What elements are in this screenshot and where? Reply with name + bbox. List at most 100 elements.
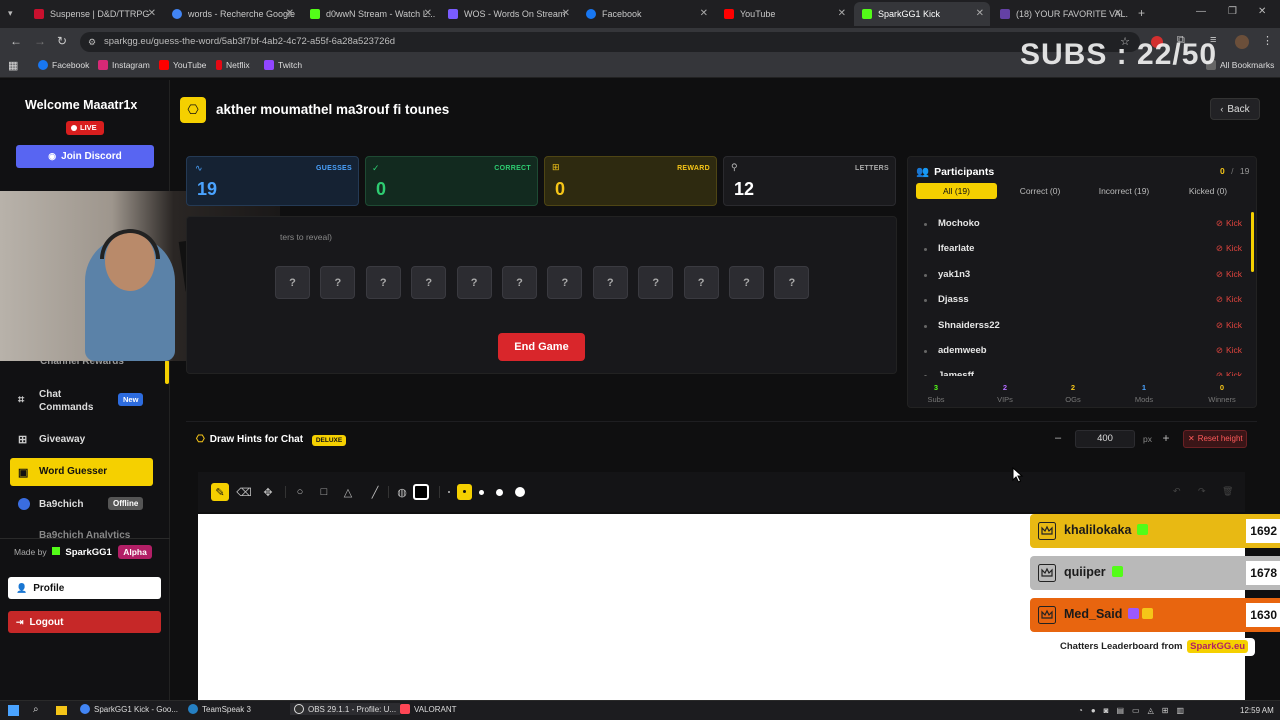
profile-avatar-icon[interactable] [1235, 35, 1249, 49]
rectangle-tool-icon[interactable]: □ [316, 484, 332, 500]
trash-icon[interactable]: 🗑 [1222, 486, 1233, 497]
brush-size-xs[interactable] [448, 491, 450, 493]
maximize-icon[interactable]: ❐ [1228, 6, 1237, 17]
taskbar-valorant[interactable]: VALORANT [400, 704, 457, 714]
color-swatch[interactable] [413, 484, 429, 500]
clock: 12:59 AM [1240, 706, 1274, 715]
tab-sparkgg-active[interactable]: SparkGG1 Kick ✕ [854, 2, 990, 26]
back-button[interactable]: ‹ Back [1210, 98, 1260, 120]
kick-label: Kick [1225, 370, 1242, 376]
brush-size-m[interactable] [479, 490, 484, 495]
move-tool-icon[interactable]: ✥ [260, 484, 276, 500]
forward-arrow-icon[interactable]: → [34, 34, 46, 48]
welcome-label: Welcome [25, 98, 80, 112]
taskbar-chrome[interactable]: SparkGG1 Kick - Goo... [80, 704, 178, 714]
height-decrease-button[interactable]: – [1050, 432, 1066, 446]
close-icon[interactable]: ✕ [286, 8, 294, 19]
bookmark-instagram[interactable]: Instagram [98, 60, 150, 70]
kick-button[interactable]: ⊘ Kick [1216, 345, 1242, 356]
back-arrow-icon[interactable]: ← [10, 34, 22, 48]
tab-google[interactable]: words - Recherche Google ✕ [164, 2, 300, 26]
bookmark-netflix[interactable]: Netflix [216, 60, 250, 70]
wos-icon [448, 9, 458, 19]
file-explorer-icon[interactable] [56, 706, 67, 715]
height-input[interactable]: 400 [1075, 430, 1135, 448]
activity-icon: ∿ [195, 163, 203, 173]
sidebar-item-chat-commands[interactable]: ⌗ Chat Commands New [10, 386, 153, 414]
site-info-icon[interactable]: ⚙ [88, 32, 96, 52]
close-icon[interactable]: ✕ [562, 8, 570, 19]
tab-youtube[interactable]: YouTube ✕ [716, 2, 852, 26]
tab-twitch[interactable]: (18) YOUR FAVORITE VAL... ✕ [992, 2, 1128, 26]
participant-name: Shnaiderss22 [938, 319, 1000, 331]
brush-size-s-selected[interactable] [457, 484, 472, 500]
participants-scrollbar[interactable] [1251, 212, 1254, 272]
participant-dot [924, 350, 927, 353]
eraser-tool-icon[interactable]: ⌫ [236, 484, 252, 500]
circle-tool-icon[interactable]: ○ [292, 484, 308, 500]
minimize-icon[interactable]: — [1196, 6, 1206, 17]
tab-facebook[interactable]: Facebook ✕ [578, 2, 714, 26]
tab-search-icon[interactable]: ▾ [8, 8, 13, 19]
line-tool-icon[interactable]: ╱ [367, 484, 383, 500]
filter-tab-all[interactable]: All (19) [916, 183, 997, 199]
close-icon[interactable]: ✕ [700, 8, 708, 19]
height-increase-button[interactable]: + [1158, 431, 1174, 445]
pencil-tool-icon[interactable]: ✎ [211, 483, 229, 501]
undo-icon[interactable]: ↶ [1173, 486, 1181, 497]
kick-button[interactable]: ⊘ Kick [1216, 218, 1242, 229]
kick-button[interactable]: ⊘ Kick [1216, 320, 1242, 331]
bookmark-youtube[interactable]: YouTube [159, 60, 206, 70]
tab-label: Suspense | D&D/TTRPG [50, 9, 150, 19]
tab-kick-dowwn[interactable]: d0wwN Stream - Watch L... ✕ [302, 2, 438, 26]
sidebar-item-giveaway[interactable]: ⊞ Giveaway [10, 425, 153, 453]
kick-button[interactable]: ⊘ Kick [1216, 243, 1242, 254]
kick-button[interactable]: ⊘ Kick [1216, 269, 1242, 280]
logout-button[interactable]: ⇥ Logout [8, 611, 161, 633]
url-field[interactable]: ⚙ sparkgg.eu/guess-the-word/5ab3f7bf-4ab… [80, 32, 1140, 52]
tab-wos[interactable]: WOS - Words On Stream ✕ [440, 2, 576, 26]
window-close-icon[interactable]: ✕ [1258, 6, 1266, 17]
search-icon[interactable]: ⌕ [33, 704, 39, 715]
close-icon[interactable]: ✕ [838, 8, 846, 19]
kick-button[interactable]: ⊘ Kick [1216, 370, 1242, 376]
tab-suspense[interactable]: Suspense | D&D/TTRPG ✕ [26, 2, 162, 26]
ba9chich-icon [18, 498, 30, 510]
sidebar-scrollbar[interactable] [165, 360, 169, 384]
close-icon[interactable]: ✕ [1114, 8, 1122, 19]
taskbar-teamspeak[interactable]: TeamSpeak 3 [188, 704, 251, 714]
close-icon[interactable]: ✕ [976, 8, 984, 19]
profile-button[interactable]: 👤 Profile [8, 577, 161, 599]
leaderboard-name: quiiper [1064, 565, 1123, 579]
apps-grid-icon[interactable]: ▦ [8, 59, 18, 72]
end-game-button[interactable]: End Game [498, 333, 585, 361]
tray-icons[interactable]: ◔●◙▤▭◬⊞▥ [1078, 706, 1192, 715]
badge-icon [1137, 524, 1149, 535]
brush-size-xl[interactable] [515, 487, 525, 497]
new-tab-plus-icon[interactable]: + [1138, 6, 1145, 20]
filter-tab-correct[interactable]: Correct (0) [1003, 183, 1077, 199]
kick-button[interactable]: ⊘ Kick [1216, 294, 1242, 305]
reset-height-button[interactable]: ✕ Reset height [1183, 430, 1247, 448]
browser-menu-icon[interactable]: ⋮ [1262, 34, 1273, 47]
close-icon[interactable]: ✕ [148, 8, 156, 19]
kick-label: Kick [1225, 218, 1242, 228]
filter-tab-incorrect[interactable]: Incorrect (19) [1084, 183, 1164, 199]
taskbar-obs[interactable]: OBS 29.1.1 - Profile: U... [290, 703, 401, 715]
reload-icon[interactable]: ↻ [57, 34, 67, 48]
twitch-icon [1000, 9, 1010, 19]
close-icon[interactable]: ✕ [424, 8, 432, 19]
bookmark-twitch[interactable]: Twitch [264, 60, 302, 70]
sidebar-item-word-guesser[interactable]: ▣ Word Guesser [10, 458, 153, 486]
palette-icon[interactable]: ◍ [394, 484, 410, 500]
brush-size-l[interactable] [496, 489, 503, 496]
triangle-tool-icon[interactable]: △ [340, 484, 356, 500]
sidebar-item-ba9chich[interactable]: Ba9chich Offline [10, 490, 153, 518]
join-discord-button[interactable]: ◉ Join Discord [16, 145, 154, 168]
redo-icon[interactable]: ↷ [1198, 486, 1206, 497]
kick-label: Kick [1225, 243, 1242, 254]
participant-row: Shnaiderss22 ⊘ Kick [917, 316, 1247, 338]
windows-start-icon[interactable] [8, 705, 19, 716]
bookmark-facebook[interactable]: Facebook [38, 60, 89, 70]
filter-tab-kicked[interactable]: Kicked (0) [1172, 183, 1244, 199]
